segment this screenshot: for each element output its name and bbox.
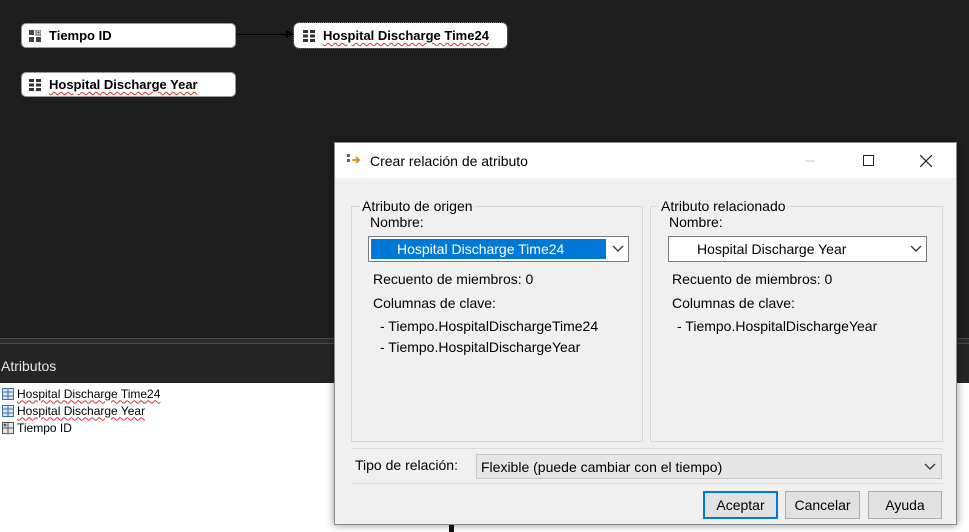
list-item-label: Hospital Discharge Time24 bbox=[17, 386, 161, 401]
attribute-table-icon bbox=[2, 387, 14, 400]
related-key-column: - Tiempo.HospitalDischargeYear bbox=[677, 318, 878, 334]
source-name-label: Nombre: bbox=[370, 214, 424, 230]
node-hospital-discharge-time24[interactable]: Hospital Discharge Time24 bbox=[293, 22, 508, 49]
chevron-down-icon bbox=[924, 463, 936, 470]
related-attribute-group: Atributo relacionado Nombre: Hospital Di… bbox=[650, 198, 943, 442]
chevron-down-icon bbox=[612, 245, 624, 252]
maximize-button[interactable] bbox=[845, 143, 891, 178]
close-button[interactable] bbox=[903, 143, 949, 178]
key-attribute-icon bbox=[29, 29, 41, 42]
source-key-column: - Tiempo.HospitalDischargeYear bbox=[380, 339, 581, 355]
close-icon bbox=[920, 154, 932, 167]
node-tiempo-id[interactable]: Tiempo ID bbox=[21, 23, 236, 48]
node-hospital-discharge-year[interactable]: Hospital Discharge Year bbox=[21, 72, 236, 97]
related-attribute-legend: Atributo relacionado bbox=[659, 198, 788, 214]
list-item[interactable]: Tiempo ID bbox=[2, 419, 72, 436]
relation-type-value: Flexible (puede cambiar con el tiempo) bbox=[481, 459, 723, 475]
attributes-panel-title: Atributos bbox=[1, 358, 57, 374]
attribute-table-icon bbox=[2, 404, 14, 417]
arrow-head-icon bbox=[286, 30, 294, 38]
create-attribute-relationship-dialog: Crear relación de atributo Atributo de o… bbox=[334, 142, 957, 525]
dialog-title: Crear relación de atributo bbox=[370, 153, 528, 169]
key-attribute-icon bbox=[2, 421, 14, 434]
divider bbox=[351, 448, 943, 449]
related-member-count: Recuento de miembros: 0 bbox=[672, 271, 833, 287]
maximize-icon bbox=[862, 155, 874, 166]
node-label: Hospital Discharge Year bbox=[49, 77, 198, 92]
relation-type-label: Tipo de relación: bbox=[355, 457, 458, 473]
divider bbox=[351, 483, 943, 484]
help-button[interactable]: Ayuda bbox=[868, 491, 942, 519]
source-attribute-select[interactable]: Hospital Discharge Time24 bbox=[368, 236, 629, 262]
cancel-button[interactable]: Cancelar bbox=[785, 491, 860, 519]
list-item[interactable]: Hospital Discharge Time24 bbox=[2, 385, 160, 402]
attribute-icon bbox=[29, 78, 41, 91]
source-attribute-legend: Atributo de origen bbox=[360, 198, 475, 214]
dialog-titlebar[interactable]: Crear relación de atributo bbox=[335, 143, 956, 178]
node-label: Hospital Discharge Time24 bbox=[323, 28, 489, 43]
list-item-label: Hospital Discharge Year bbox=[17, 403, 146, 418]
related-attribute-value: Hospital Discharge Year bbox=[697, 241, 847, 257]
minimize-icon bbox=[805, 160, 815, 161]
related-attribute-select[interactable]: Hospital Discharge Year bbox=[668, 236, 927, 262]
source-attribute-value: Hospital Discharge Time24 bbox=[397, 241, 565, 257]
node-label: Tiempo ID bbox=[49, 28, 112, 43]
minimize-button[interactable] bbox=[787, 143, 833, 178]
relationship-icon bbox=[347, 154, 361, 164]
relation-type-select[interactable]: Flexible (puede cambiar con el tiempo) bbox=[476, 454, 942, 479]
list-item-label: Tiempo ID bbox=[17, 420, 72, 435]
attribute-icon bbox=[303, 29, 315, 42]
source-key-column: - Tiempo.HospitalDischargeTime24 bbox=[380, 318, 599, 334]
related-key-columns-label: Columnas de clave: bbox=[672, 295, 795, 311]
list-item[interactable]: Hospital Discharge Year bbox=[2, 402, 145, 419]
related-name-label: Nombre: bbox=[669, 214, 723, 230]
source-attribute-group: Atributo de origen Nombre: Hospital Disc… bbox=[351, 198, 643, 442]
source-member-count: Recuento de miembros: 0 bbox=[373, 271, 534, 287]
chevron-down-icon bbox=[910, 245, 922, 252]
accept-button[interactable]: Aceptar bbox=[703, 491, 778, 519]
source-key-columns-label: Columnas de clave: bbox=[373, 295, 496, 311]
